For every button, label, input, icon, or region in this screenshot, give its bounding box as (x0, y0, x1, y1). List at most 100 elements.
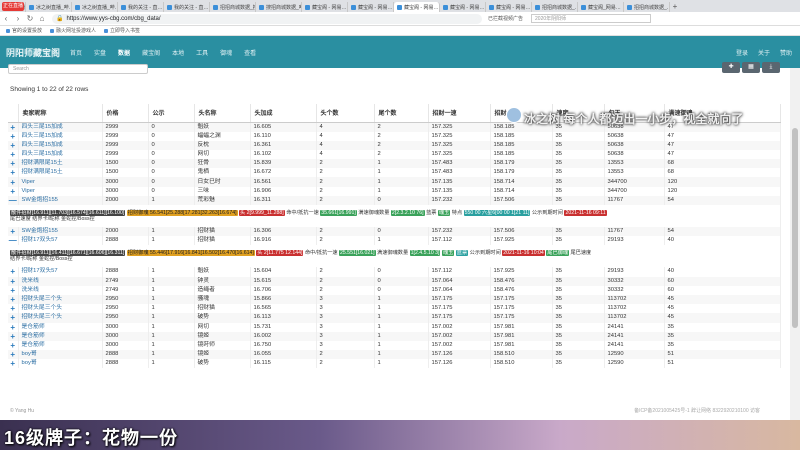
seller-name-link[interactable]: 洗米线 (18, 285, 103, 295)
seller-name-link[interactable]: 招财17双头57 (18, 267, 103, 277)
ext-adblock[interactable]: 已拦截视频广告 (488, 15, 523, 22)
browser-tab[interactable]: 藏宝阁 - 网易…× (440, 2, 486, 12)
expand-row-icon[interactable]: + (8, 149, 19, 160)
expand-row-icon[interactable]: + (8, 177, 19, 187)
expand-row-icon[interactable]: — (8, 195, 19, 205)
seller-name-link[interactable]: 是仓筋师 (18, 322, 103, 332)
seller-name-link[interactable]: 四头三尾15加成 (18, 131, 103, 141)
table-cell: 157.175 (490, 304, 553, 314)
scrollbar[interactable] (790, 68, 800, 420)
forward-icon[interactable]: › (12, 14, 24, 23)
seller-name-link[interactable]: 招财满限尾15土 (18, 159, 103, 169)
column-header[interactable]: 卖家昵称 (18, 104, 103, 123)
table-search-input[interactable]: Search (8, 64, 148, 74)
nav-cbg[interactable]: 藏宝阁 (142, 48, 160, 57)
nav-home[interactable]: 首页 (70, 48, 82, 57)
nav-yuhun[interactable]: 御魂 (220, 48, 232, 57)
column-header[interactable]: 头名称 (194, 104, 251, 123)
browser-tab[interactable]: 藏宝阁 - 网易…× (486, 2, 532, 12)
columns-button[interactable]: ▦ (742, 62, 760, 73)
scrollbar-thumb[interactable] (792, 128, 798, 328)
home-icon[interactable]: ⌂ (36, 14, 48, 23)
expand-row-icon[interactable]: + (8, 313, 19, 323)
seller-name-link[interactable]: 洗米线 (18, 276, 103, 286)
expand-row-icon[interactable]: + (8, 267, 19, 277)
seller-name-link[interactable]: SW金炮招155 (18, 227, 103, 237)
expand-row-icon[interactable]: + (8, 294, 19, 305)
nav-data[interactable]: 数据 (118, 48, 130, 57)
expand-row-icon[interactable]: + (8, 168, 19, 178)
url-field[interactable]: 🔒 https://www.yys-cbg.com/cbg_data/ (52, 13, 482, 24)
browser-tab[interactable]: 我的关注 - 直…× (118, 2, 164, 12)
seller-name-link[interactable]: Viper (18, 177, 103, 187)
browser-tab[interactable]: 藏宝阁 - 网易…× (348, 2, 394, 12)
expand-row-icon[interactable]: + (8, 340, 19, 351)
expand-row-icon[interactable]: + (8, 350, 19, 360)
table-cell: 1 (374, 294, 429, 305)
expand-row-icon[interactable]: + (8, 186, 19, 196)
expand-row-icon[interactable]: + (8, 331, 19, 341)
column-header[interactable]: 尾个数 (374, 104, 429, 123)
expand-row-icon[interactable]: + (8, 131, 19, 141)
site-logo[interactable]: 阴阳师藏宝阁 (6, 46, 60, 59)
seller-name-link[interactable]: 是仓筋师 (18, 340, 103, 351)
nav-view[interactable]: 查看 (244, 48, 256, 57)
expand-row-icon[interactable]: — (8, 236, 19, 246)
seller-name-link[interactable]: 四头三尾15加成 (18, 122, 103, 132)
about-link[interactable]: 关于 (758, 48, 770, 57)
browser-tab[interactable]: 招招商城数据_…× (624, 2, 670, 12)
back-icon[interactable]: ‹ (0, 14, 12, 23)
sponsor-link[interactable]: 赞助 (780, 48, 792, 57)
expand-row-icon[interactable]: + (8, 140, 19, 150)
browser-tab[interactable]: 藏宝阁 - 网易…× (394, 2, 440, 12)
expand-row-icon[interactable]: + (8, 359, 19, 369)
seller-name-link[interactable]: 招财头尾三个头 (18, 304, 103, 314)
expand-row-icon[interactable]: + (8, 285, 19, 295)
column-header[interactable]: 价格 (102, 104, 149, 123)
browser-search-box[interactable]: 2020年阴阳师 (531, 14, 652, 23)
browser-tab[interactable]: 招招商城数据_搜…× (210, 2, 256, 12)
seller-name-link[interactable]: SW金炮招155 (18, 195, 103, 205)
column-header[interactable]: 头个数 (316, 104, 375, 123)
export-button[interactable]: ⤓ (762, 62, 780, 73)
nav-tools[interactable]: 工具 (196, 48, 208, 57)
refresh-button[interactable]: ✚ (722, 62, 740, 73)
seller-name-link[interactable]: boy哥 (18, 359, 103, 369)
table-cell: 157.175 (490, 313, 553, 323)
seller-name-link[interactable]: 招财头尾三个头 (18, 294, 103, 305)
expand-row-icon[interactable]: + (8, 276, 19, 286)
seller-name-link[interactable]: Viper (18, 186, 103, 196)
browser-tab[interactable]: 搜招商城数据_哔…× (256, 2, 302, 12)
column-header[interactable]: 头加成 (250, 104, 317, 123)
browser-tab[interactable]: 招招商城数据_…× (532, 2, 578, 12)
column-header[interactable]: 招财一速 (428, 104, 491, 123)
browser-tab[interactable]: 藏宝阁_网易…× (578, 2, 624, 12)
reload-icon[interactable]: ↻ (24, 14, 36, 23)
table-cell: 157.981 (490, 340, 553, 351)
nav-realtime[interactable]: 实盘 (94, 48, 106, 57)
seller-name-link[interactable]: 四头三尾15加成 (18, 149, 103, 160)
expand-row-icon[interactable]: + (8, 322, 19, 332)
nav-local[interactable]: 本地 (172, 48, 184, 57)
seller-name-link[interactable]: 招财头尾三个头 (18, 313, 103, 323)
browser-tab[interactable]: 藏宝阁 - 网易…× (302, 2, 348, 12)
bookmark-item[interactable]: 融火网址投游戏人 (50, 27, 96, 34)
expand-row-icon[interactable]: + (8, 227, 19, 237)
column-header[interactable]: 公示 (148, 104, 195, 123)
seller-name-link[interactable]: 是仓筋师 (18, 331, 103, 341)
expand-row-icon[interactable]: + (8, 122, 19, 132)
expand-row-icon[interactable]: + (8, 304, 19, 314)
login-link[interactable]: 登录 (736, 48, 748, 57)
browser-tab[interactable]: 我的关注 - 直…× (164, 2, 210, 12)
seller-name-link[interactable]: 招财17双头57 (18, 236, 103, 246)
bookmark-item[interactable]: 官的设置投放 (6, 27, 42, 34)
browser-tab[interactable]: 冰之树直播_哔…× (72, 2, 118, 12)
seller-name-link[interactable]: 招财满限尾15土 (18, 168, 103, 178)
seller-name-link[interactable]: 四头三尾15加成 (18, 140, 103, 150)
browser-tab[interactable]: 冰之树直播_哔…× (26, 2, 72, 12)
expand-row-icon[interactable]: + (8, 159, 19, 169)
new-tab-icon[interactable]: + (670, 2, 680, 11)
seller-name-link[interactable]: boy哥 (18, 350, 103, 360)
column-header[interactable] (8, 104, 19, 123)
bookmark-item[interactable]: 立即导入书签 (104, 27, 140, 34)
